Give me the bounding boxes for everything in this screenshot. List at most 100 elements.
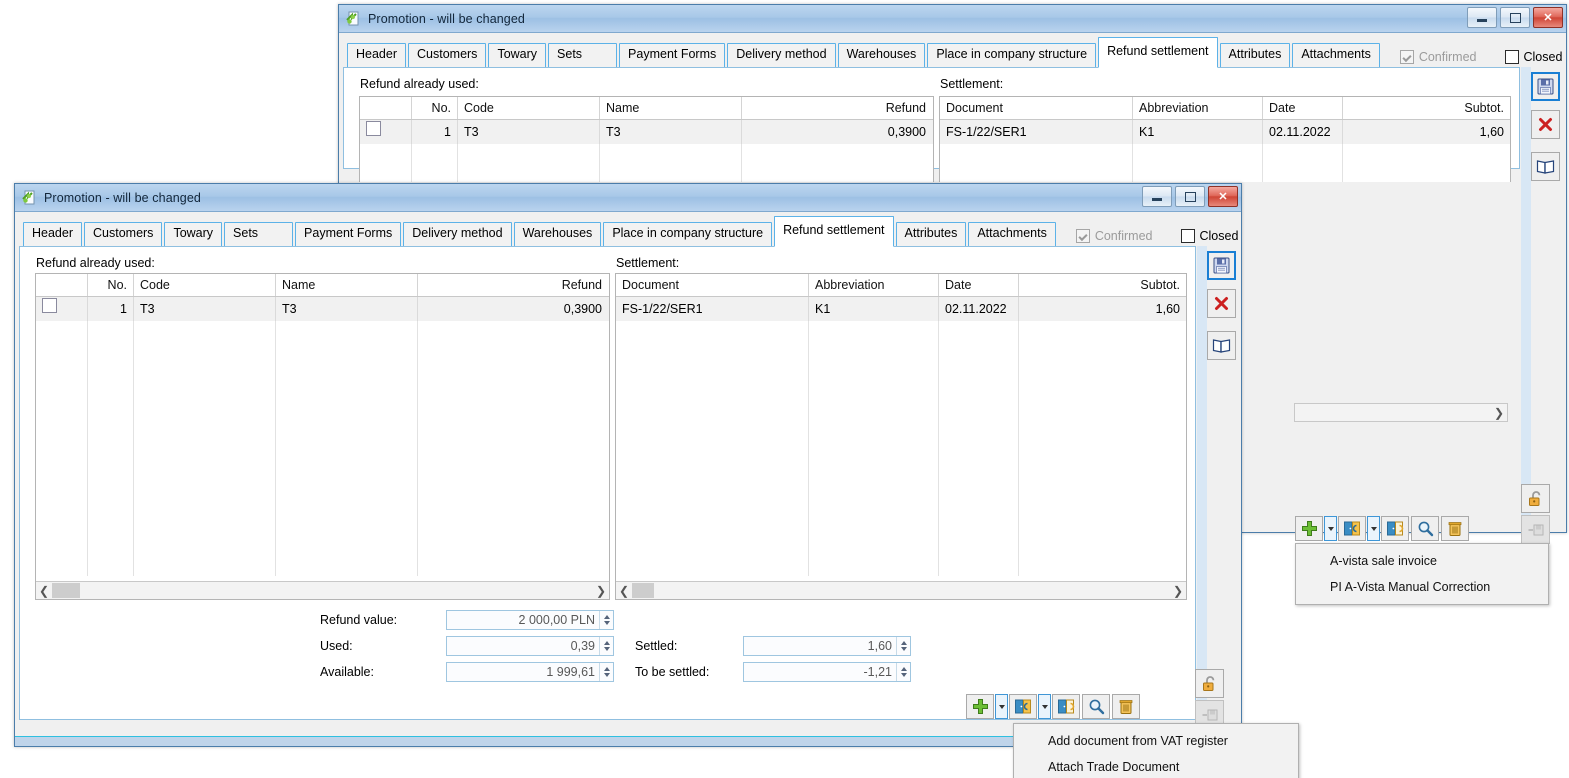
menu-item-add-document-from-vat-register[interactable]: Add document from VAT register [1014, 728, 1298, 754]
window1-settlement-hscroll[interactable]: ❯ [1294, 403, 1508, 422]
window2-attach-context-menu[interactable]: Add document from VAT register Attach Tr… [1013, 723, 1299, 778]
close-button[interactable]: ✕ [1533, 7, 1563, 28]
col-date[interactable]: Date [1263, 97, 1343, 119]
refund-used-grid[interactable]: No. Code Name Refund 1 T3 T3 0,3900 [359, 96, 934, 182]
tab-delivery-method[interactable]: Delivery method [403, 222, 512, 247]
available-input[interactable] [447, 663, 599, 681]
hscroll-thumb[interactable] [632, 583, 654, 598]
maximize-button[interactable] [1500, 7, 1530, 28]
to-be-settled-spinner[interactable] [896, 663, 910, 681]
row-checkbox[interactable] [42, 298, 57, 313]
preview-button[interactable] [1082, 694, 1110, 719]
unlock-button[interactable] [1521, 484, 1550, 513]
tab-customers[interactable]: Customers [84, 222, 163, 247]
minimize-button[interactable] [1467, 7, 1497, 28]
tab-towary[interactable]: Towary [488, 43, 547, 68]
col-document[interactable]: Document [940, 97, 1133, 119]
col-document[interactable]: Document [616, 274, 809, 296]
closed-checkbox[interactable] [1180, 229, 1195, 243]
refund-value-field[interactable] [446, 610, 614, 630]
tab-customers[interactable]: Customers [408, 43, 487, 68]
tab-sets[interactable]: Sets [548, 43, 618, 68]
row-checkbox[interactable] [366, 121, 381, 136]
tab-attachments[interactable]: Attachments [1292, 43, 1380, 68]
col-date[interactable]: Date [939, 274, 1019, 296]
table-row[interactable]: 1 T3 T3 0,3900 [360, 120, 933, 144]
tab-sets[interactable]: Sets [224, 222, 294, 247]
available-field[interactable] [446, 662, 614, 682]
used-field[interactable] [446, 636, 614, 656]
settlement-grid[interactable]: Document Abbreviation Date Subtot. FS-1/… [615, 273, 1187, 600]
settlement-grid[interactable]: Document Abbreviation Date Subtot. FS-1/… [939, 96, 1511, 182]
col-check[interactable] [360, 97, 412, 119]
close-button[interactable]: ✕ [1208, 186, 1238, 207]
refund-used-grid[interactable]: No. Code Name Refund 1 T3 T3 0,3900 [35, 273, 610, 600]
book-button[interactable] [1206, 331, 1236, 360]
tab-warehouses[interactable]: Warehouses [837, 43, 926, 68]
minimize-button[interactable] [1142, 186, 1172, 207]
col-subtotal[interactable]: Subtot. [1019, 274, 1186, 296]
save-button[interactable] [1206, 251, 1236, 280]
used-input[interactable] [447, 637, 599, 655]
settlement-hscroll[interactable]: ❮ ❯ [616, 581, 1186, 599]
delete-button[interactable] [1441, 516, 1469, 541]
scroll-right-arrow[interactable]: ❯ [593, 584, 609, 598]
attach-document-button[interactable] [1338, 516, 1366, 541]
to-be-settled-input[interactable] [744, 663, 896, 681]
confirmed-checkbox-group[interactable]: Confirmed [1399, 50, 1477, 64]
tab-attachments[interactable]: Attachments [968, 222, 1056, 247]
book-button[interactable] [1530, 152, 1560, 181]
col-name[interactable]: Name [276, 274, 418, 296]
tab-towary[interactable]: Towary [164, 222, 223, 247]
col-code[interactable]: Code [458, 97, 600, 119]
scroll-right-arrow[interactable]: ❯ [1170, 584, 1186, 598]
scroll-left-arrow[interactable]: ❮ [36, 584, 52, 598]
hscroll-track[interactable] [52, 583, 593, 598]
closed-checkbox-group[interactable]: Closed [1504, 50, 1562, 64]
preview-button[interactable] [1411, 516, 1439, 541]
col-name[interactable]: Name [600, 97, 742, 119]
tab-payment-forms[interactable]: Payment Forms [295, 222, 402, 247]
tab-place-in-company-structure[interactable]: Place in company structure [603, 222, 773, 247]
delete-button[interactable] [1112, 694, 1140, 719]
closed-checkbox-group[interactable]: Closed [1180, 229, 1238, 243]
col-abbreviation[interactable]: Abbreviation [809, 274, 939, 296]
table-row[interactable]: FS-1/22/SER1 K1 02.11.2022 1,60 [940, 120, 1510, 144]
used-spinner[interactable] [599, 637, 613, 655]
tab-header[interactable]: Header [347, 43, 406, 68]
to-be-settled-field[interactable] [743, 662, 911, 682]
scroll-left-arrow[interactable]: ❮ [616, 584, 632, 598]
add-dropdown-arrow[interactable] [995, 694, 1008, 719]
tab-payment-forms[interactable]: Payment Forms [619, 43, 726, 68]
attach-dropdown-arrow[interactable] [1038, 694, 1051, 719]
window1-add-context-menu[interactable]: A-vista sale invoice PI A-Vista Manual C… [1295, 543, 1549, 605]
tab-attributes[interactable]: Attributes [1219, 43, 1291, 68]
window2-titlebar[interactable]: Promotion - will be changed ✕ [15, 184, 1241, 212]
confirmed-checkbox-group[interactable]: Confirmed [1075, 229, 1153, 243]
table-row[interactable]: 1 T3 T3 0,3900 [36, 297, 609, 321]
add-button[interactable] [1295, 516, 1323, 541]
maximize-button[interactable] [1175, 186, 1205, 207]
window1-titlebar[interactable]: Promotion - will be changed ✕ [339, 5, 1566, 33]
col-abbreviation[interactable]: Abbreviation [1133, 97, 1263, 119]
refund-value-spinner[interactable] [599, 611, 613, 629]
col-no[interactable]: No. [88, 274, 134, 296]
col-code[interactable]: Code [134, 274, 276, 296]
hscroll-track[interactable] [632, 583, 1170, 598]
add-button[interactable] [966, 694, 994, 719]
menu-item-attach-trade-document[interactable]: Attach Trade Document [1014, 754, 1298, 778]
tab-refund-settlement[interactable]: Refund settlement [774, 216, 894, 247]
tab-attributes[interactable]: Attributes [895, 222, 967, 247]
unlock-button[interactable] [1195, 669, 1224, 698]
scroll-right-arrow[interactable]: ❯ [1491, 406, 1507, 420]
promotion-window-front[interactable]: Promotion - will be changed ✕ Header Cus… [14, 183, 1242, 747]
col-no[interactable]: No. [412, 97, 458, 119]
tab-header[interactable]: Header [23, 222, 82, 247]
available-spinner[interactable] [599, 663, 613, 681]
hscroll-track[interactable] [1295, 405, 1491, 420]
cancel-button[interactable] [1530, 110, 1560, 139]
col-check[interactable] [36, 274, 88, 296]
detach-document-button[interactable] [1381, 516, 1409, 541]
col-refund[interactable]: Refund [742, 97, 932, 119]
settled-field[interactable] [743, 636, 911, 656]
